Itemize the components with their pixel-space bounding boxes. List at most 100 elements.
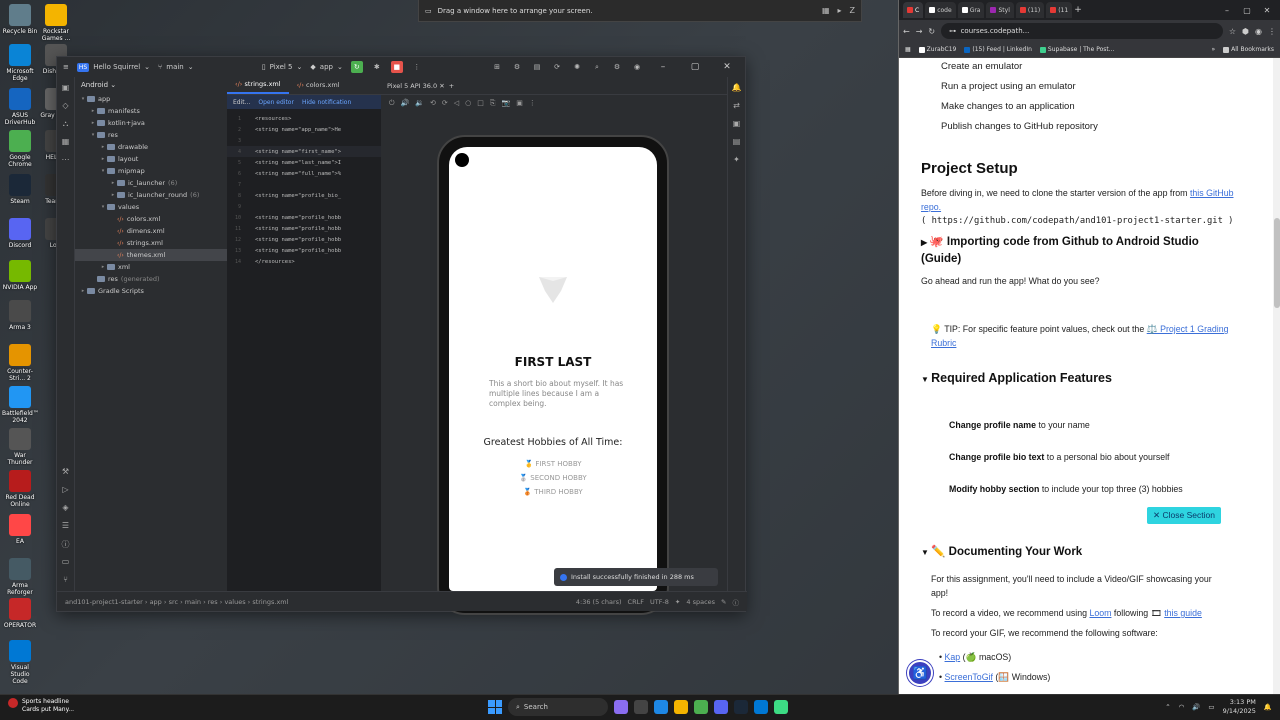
taskbar-app-icon[interactable] xyxy=(734,700,748,714)
desktop-shortcut[interactable]: Discord xyxy=(2,218,38,249)
chevron-right-icon[interactable]: ▸ xyxy=(109,192,117,198)
volume-down-icon[interactable]: 🔉 xyxy=(415,99,424,107)
battery-icon[interactable]: ▭ xyxy=(1208,703,1214,711)
chevron-right-icon[interactable]: ▸ xyxy=(99,156,107,162)
tree-item[interactable]: ▸ kotlin+java xyxy=(75,117,227,129)
more-icon[interactable]: ⋮ xyxy=(411,61,423,73)
taskbar-app-icon[interactable] xyxy=(774,700,788,714)
taskbar-app-icon[interactable] xyxy=(754,700,768,714)
back-icon[interactable]: ◁ xyxy=(454,99,459,107)
close-button[interactable]: ✕ xyxy=(715,62,739,72)
device-mirror-icon[interactable]: ⇄ xyxy=(731,101,743,113)
home-icon[interactable]: ○ xyxy=(465,99,471,107)
gemini-icon[interactable]: ✦ xyxy=(731,155,743,167)
wifi-icon[interactable]: ◠ xyxy=(1179,703,1185,711)
branch-selector[interactable]: ⑂ main ⌄ xyxy=(158,63,194,71)
tree-item[interactable]: ‹/› strings.xml xyxy=(75,237,227,249)
device-explorer-icon[interactable]: ▣ xyxy=(731,119,743,131)
minimize-button[interactable]: – xyxy=(651,62,675,72)
windows-start-icon[interactable] xyxy=(488,700,502,714)
debug-icon[interactable]: ✱ xyxy=(371,61,383,73)
profile-avatar[interactable]: ◉ xyxy=(1255,27,1262,36)
more-icon[interactable]: ⋮ xyxy=(1268,27,1276,36)
code-line[interactable]: 3 xyxy=(227,135,381,146)
tree-item[interactable]: ▸ ic_launcher (6) xyxy=(75,177,227,189)
desktop-shortcut[interactable]: Microsoft Edge xyxy=(2,44,38,82)
maximize-button[interactable]: ▢ xyxy=(683,62,707,72)
breadcrumb-item[interactable]: values xyxy=(224,598,245,606)
bookmark-item[interactable]: Supabase | The Post... xyxy=(1039,46,1114,53)
desktop-shortcut[interactable]: Google Chrome xyxy=(2,130,38,168)
settings-icon[interactable]: ⚙ xyxy=(611,61,623,73)
desktop-shortcut[interactable]: NVIDIA App xyxy=(2,260,38,291)
tree-item[interactable]: ‹/› dimens.xml xyxy=(75,225,227,237)
extension-icon[interactable]: ⬢ xyxy=(1242,27,1249,36)
code-line[interactable]: 14 </resources> xyxy=(227,256,381,267)
chevron-down-icon[interactable]: ▾ xyxy=(99,204,107,210)
profiler-icon[interactable]: ⚙ xyxy=(511,61,523,73)
code-line[interactable]: 5 <string name="last_name">I xyxy=(227,157,381,168)
breadcrumb-item[interactable]: main xyxy=(185,598,201,606)
more-tools-icon[interactable]: ⋯ xyxy=(60,155,72,167)
bookmark-item[interactable]: (15) Feed | LinkedIn xyxy=(964,46,1032,53)
code-line[interactable]: 8 <string name="profile_bio_ xyxy=(227,190,381,201)
breadcrumb-item[interactable]: and101-project1-starter xyxy=(65,598,143,606)
desktop-shortcut[interactable]: Rockstar Games ... xyxy=(38,4,74,42)
logcat-icon[interactable]: ☰ xyxy=(60,521,72,533)
tree-item[interactable]: ‹/› themes.xml xyxy=(75,249,227,261)
code-line[interactable]: 7 xyxy=(227,179,381,190)
code-line[interactable]: 12 <string name="profile_hobb xyxy=(227,234,381,245)
address-bar[interactable]: ⊶ courses.codepath... xyxy=(941,23,1223,39)
import-guide-toggle[interactable]: ▶ 🐙 Importing code from Github to Androi… xyxy=(921,234,1241,268)
all-bookmarks-folder[interactable]: All Bookmarks xyxy=(1223,46,1274,53)
hide-notification-link[interactable]: Hide notification xyxy=(302,99,351,106)
chevron-right-icon[interactable]: » xyxy=(1211,46,1215,53)
code-line[interactable]: 2 <string name="app_name">He xyxy=(227,124,381,135)
desktop-shortcut[interactable]: Counter-Stri... 2 xyxy=(2,344,38,382)
required-features-toggle[interactable]: ▼ Required Application Features xyxy=(921,371,1112,385)
chevron-right-icon[interactable]: ▸ xyxy=(79,288,87,294)
documenting-toggle[interactable]: ▼ ✏️ Documenting Your Work xyxy=(921,544,1082,558)
gemini-icon[interactable]: ✦ xyxy=(675,598,680,606)
chevron-down-icon[interactable]: ▾ xyxy=(99,168,107,174)
build-icon[interactable]: ⚒ xyxy=(60,467,72,479)
clock[interactable]: 3:13 PM 9/14/2025 xyxy=(1223,698,1256,716)
tab-emulator[interactable]: Pixel 5 API 36.0 xyxy=(387,82,437,90)
apps-grid-icon[interactable]: ▦ xyxy=(905,46,911,53)
new-tab-icon[interactable]: + xyxy=(1074,5,1082,15)
tree-item[interactable]: ▸ ic_launcher_round (6) xyxy=(75,189,227,201)
git-icon[interactable]: ⑂ xyxy=(60,575,72,587)
tree-item[interactable]: ▾ mipmap xyxy=(75,165,227,177)
record-icon[interactable]: ▣ xyxy=(516,99,523,107)
search-icon[interactable]: ⌕ xyxy=(591,61,603,73)
chevron-right-icon[interactable]: ▸ xyxy=(99,264,107,270)
code-line[interactable]: 4 <string name="first_name"> xyxy=(227,146,381,157)
browser-tab[interactable]: (11) xyxy=(1015,2,1045,18)
taskbar-app-icon[interactable] xyxy=(694,700,708,714)
chevron-right-icon[interactable]: ▸ xyxy=(109,180,117,186)
running-devices-icon[interactable]: ▤ xyxy=(731,137,743,149)
chevron-down-icon[interactable]: ▾ xyxy=(89,132,97,138)
software-link[interactable]: Kap xyxy=(945,652,961,662)
notification-icon[interactable]: 🔔 xyxy=(1264,703,1272,711)
minimize-button[interactable]: – xyxy=(1218,6,1236,15)
desktop-shortcut[interactable]: Visual Studio Code xyxy=(2,640,38,685)
tree-item[interactable]: ▸ manifests xyxy=(75,105,227,117)
desktop-shortcut[interactable]: War Thunder xyxy=(2,428,38,466)
desktop-shortcut[interactable]: Recycle Bin xyxy=(2,4,38,35)
layout-inspector-icon[interactable]: ▤ xyxy=(531,61,543,73)
tree-item[interactable]: ‹/› colors.xml xyxy=(75,213,227,225)
project-selector[interactable]: HS Hello Squirrel ⌄ xyxy=(76,62,150,72)
browser-tab[interactable]: Gra xyxy=(957,2,985,18)
commit-icon[interactable]: ◇ xyxy=(60,101,72,113)
tree-item[interactable]: ▾ app xyxy=(75,93,227,105)
chevron-right-icon[interactable]: ▸ xyxy=(99,144,107,150)
back-icon[interactable]: ← xyxy=(903,27,910,36)
folder-icon[interactable]: ▣ xyxy=(60,83,72,95)
tree-item[interactable]: ▾ res xyxy=(75,129,227,141)
breadcrumb-item[interactable]: app xyxy=(150,598,162,606)
add-device-icon[interactable]: + xyxy=(449,82,454,90)
loom-link[interactable]: Loom xyxy=(1089,608,1111,618)
stop-icon[interactable]: ■ xyxy=(390,61,403,73)
reload-icon[interactable]: ↻ xyxy=(928,27,935,36)
